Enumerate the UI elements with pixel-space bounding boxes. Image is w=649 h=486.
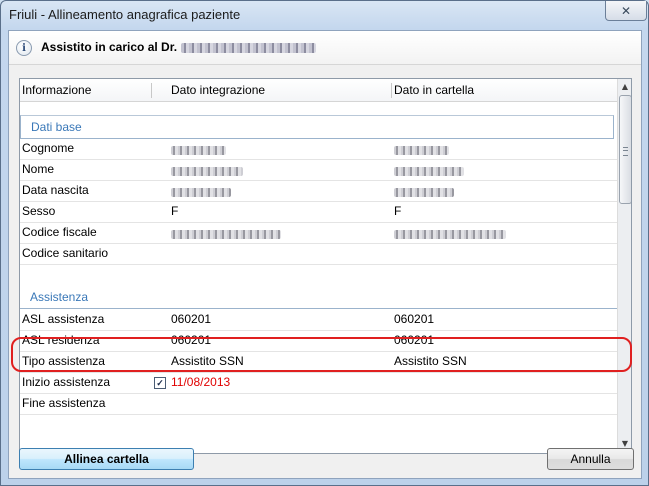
redacted-doctor-name	[181, 42, 317, 53]
title-bar[interactable]: Friuli - Allineamento anagrafica pazient…	[1, 1, 648, 31]
section-dati-base[interactable]: Dati base	[20, 115, 614, 139]
row-label: Sesso	[22, 204, 56, 218]
row-value-integrazione: Assistito SSN	[171, 354, 244, 368]
window-title: Friuli - Allineamento anagrafica pazient…	[9, 7, 241, 22]
row-value-cartella: 060201	[394, 312, 435, 326]
row-value-cartella: 060201	[394, 333, 435, 347]
dialog-window: Friuli - Allineamento anagrafica pazient…	[0, 0, 649, 486]
info-icon: i	[16, 40, 32, 56]
redacted-value	[394, 165, 464, 179]
sync-checkbox[interactable]: ✓	[154, 377, 166, 389]
table-row[interactable]	[20, 414, 617, 435]
row-label: Cognome	[22, 141, 75, 155]
redacted-value	[171, 228, 281, 242]
dialog-content: i Assistito in carico al Dr. Informazion…	[8, 30, 642, 479]
row-value-cartella: Assistito SSN	[394, 354, 467, 368]
data-grid[interactable]: Informazione Dato integrazione Dato in c…	[19, 78, 632, 454]
row-label: Inizio assistenza	[22, 375, 111, 389]
table-row[interactable]: ASL assistenza 060201 060201	[20, 309, 617, 331]
row-value-integrazione: F	[171, 204, 179, 218]
column-header-dato-cartella[interactable]: Dato in cartella	[394, 83, 474, 97]
row-value-integrazione: 060201	[171, 333, 212, 347]
row-label: ASL residenza	[22, 333, 100, 347]
allinea-cartella-button[interactable]: Allinea cartella	[19, 448, 194, 470]
section-assistenza[interactable]: Assistenza	[20, 286, 617, 309]
column-separator[interactable]	[151, 83, 152, 98]
redacted-value	[394, 144, 449, 158]
table-row[interactable]: Codice sanitario	[20, 243, 617, 265]
table-row[interactable]: ASL residenza 060201 060201	[20, 330, 617, 352]
table-row[interactable]: Sesso F F	[20, 201, 617, 223]
annulla-button[interactable]: Annulla	[547, 448, 634, 470]
table-row[interactable]: Codice fiscale	[20, 222, 617, 244]
header-strip: i Assistito in carico al Dr.	[9, 31, 641, 65]
row-label: Fine assistenza	[22, 396, 106, 410]
redacted-value	[171, 144, 226, 158]
scroll-up-icon[interactable]: ▲	[619, 80, 631, 94]
redacted-value	[394, 228, 506, 242]
row-label: Tipo assistenza	[22, 354, 105, 368]
column-separator[interactable]	[391, 83, 392, 98]
page-title-text: Assistito in carico al Dr.	[41, 40, 178, 54]
section-label: Assistenza	[30, 290, 89, 304]
page-title: Assistito in carico al Dr.	[41, 40, 317, 54]
row-value-integrazione: 11/08/2013	[171, 375, 231, 389]
row-label: ASL assistenza	[22, 312, 105, 326]
grip-icon	[623, 147, 628, 156]
redacted-value	[394, 186, 454, 200]
column-header-informazione[interactable]: Informazione	[22, 83, 91, 97]
table-row[interactable]: Tipo assistenza Assistito SSN Assistito …	[20, 351, 617, 373]
row-label: Codice sanitario	[22, 246, 109, 260]
section-label: Dati base	[31, 120, 82, 134]
column-header-dato-integrazione[interactable]: Dato integrazione	[171, 83, 265, 97]
table-row[interactable]: Fine assistenza	[20, 393, 617, 415]
redacted-value	[171, 165, 243, 179]
row-label: Codice fiscale	[22, 225, 97, 239]
grid-header: Informazione Dato integrazione Dato in c…	[20, 79, 617, 102]
table-row-diff[interactable]: Inizio assistenza ✓ 11/08/2013	[20, 372, 617, 394]
redacted-value	[171, 186, 231, 200]
table-row[interactable]: Data nascita	[20, 180, 617, 202]
vertical-scrollbar[interactable]: ▲ ▼	[617, 79, 631, 453]
table-row[interactable]: Nome	[20, 159, 617, 181]
row-label: Nome	[22, 162, 55, 176]
close-icon[interactable]: ✕	[605, 1, 647, 21]
row-label: Data nascita	[22, 183, 89, 197]
scroll-thumb[interactable]	[619, 95, 631, 204]
row-value-integrazione: 060201	[171, 312, 212, 326]
row-value-cartella: F	[394, 204, 402, 218]
table-row[interactable]: Cognome	[20, 138, 617, 160]
